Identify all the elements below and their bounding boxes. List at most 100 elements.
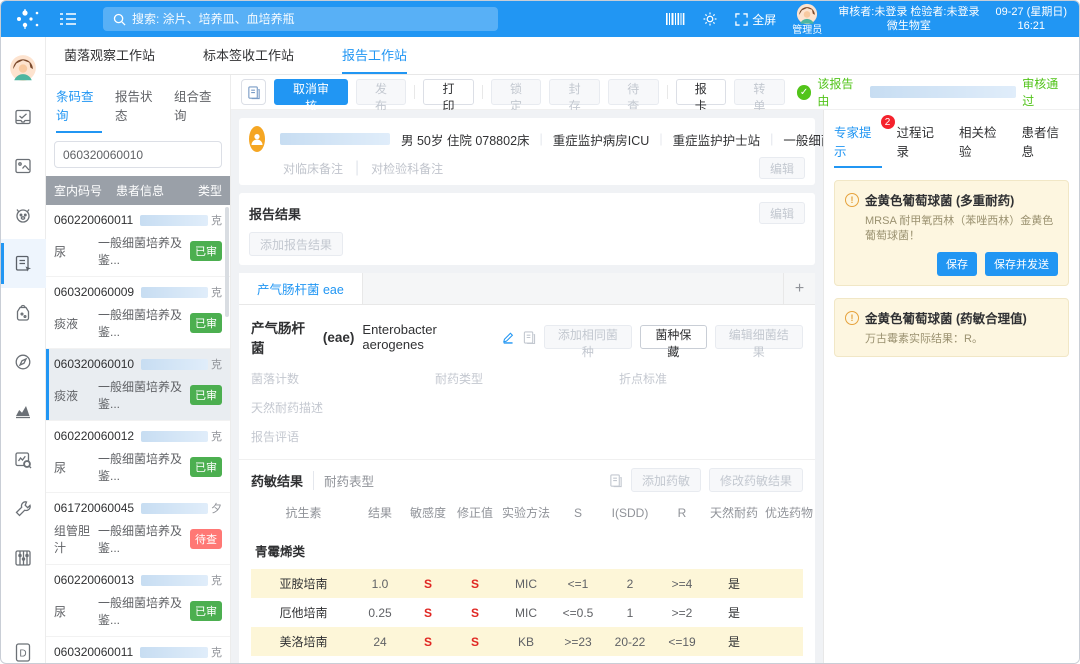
nav-audit[interactable] <box>1 92 46 141</box>
nav-microbe[interactable] <box>1 190 46 239</box>
status-badge: 已审 <box>190 385 222 405</box>
global-search-input[interactable] <box>132 12 488 26</box>
specimen-row[interactable]: 061720060045 夕 组管胆汁 一般细菌培养及鉴... 待查 <box>46 493 230 565</box>
barcode-icon[interactable] <box>665 11 685 27</box>
nav-specimen[interactable] <box>1 141 46 190</box>
expert-tab[interactable]: 过程记录 <box>897 122 945 168</box>
test-name: 一般细菌培养及鉴... <box>98 450 190 484</box>
query-tab[interactable]: 报告状态 <box>115 86 161 133</box>
expert-tab[interactable]: 专家提示2 <box>834 122 882 168</box>
edit-pencil-icon[interactable] <box>502 331 514 344</box>
global-search[interactable] <box>103 7 498 31</box>
nav-calculator[interactable] <box>1 533 46 582</box>
svg-text:D: D <box>19 648 26 659</box>
organism-code: (eae) <box>323 330 355 345</box>
resistance-phenotype-tab[interactable]: 耐药表型 <box>313 471 374 490</box>
clipboard-icon[interactable] <box>609 473 623 488</box>
report-result-edit-button[interactable]: 编辑 <box>759 202 805 224</box>
nav-chart[interactable] <box>1 386 46 435</box>
lab-note-link[interactable]: 对检验科备注 <box>371 160 443 177</box>
patient-edit-button[interactable]: 编辑 <box>759 157 805 179</box>
toolbar-button[interactable]: 打印 <box>423 79 474 105</box>
specimen-barcode: 060320060009 <box>54 285 134 299</box>
hint-action-button[interactable]: 保存并发送 <box>985 252 1058 276</box>
nav-tools[interactable] <box>1 484 46 533</box>
sensitivity-action-button[interactable]: 修改药敏结果 <box>709 468 803 492</box>
specimen-barcode: 061720060045 <box>54 501 134 515</box>
expert-hint-card: ! 金黄色葡萄球菌 (多重耐药) MRSA 耐甲氧西林（苯唑西林）金黄色葡萄球菌… <box>834 180 1069 286</box>
query-tab[interactable]: 条码查询 <box>56 86 102 133</box>
toolbar-button[interactable]: 取消审核 <box>274 79 347 105</box>
app-logo-icon <box>13 8 43 30</box>
expert-hint-card: ! 金黄色葡萄球菌 (药敏合理值) 万古霉素实际结果：R。 <box>834 298 1069 357</box>
workstation-tab[interactable]: 报告工作站 <box>342 37 407 74</box>
toolbar-button[interactable]: 发布 <box>356 79 407 105</box>
specimen-row[interactable]: 060220060011 克 尿 一般细菌培养及鉴... 已审 <box>46 205 230 277</box>
toolbar-button[interactable]: 待查 <box>608 79 659 105</box>
workstation-tab[interactable]: 标本签收工作站 <box>203 37 294 74</box>
top-bar: 全屏 管理员 审核者:未登录 检验者:未登录 微生物室 09-27 (星期日) … <box>1 1 1079 37</box>
result-value: 0.25 <box>356 606 404 620</box>
audit-check-icon <box>13 107 33 127</box>
sensitivity-section: 药敏结果 耐药表型 添加药敏修改药敏结果 抗生素结果敏感度修正值实验方法SI(S… <box>239 460 815 663</box>
fullscreen-icon <box>735 13 748 26</box>
workstation-tab[interactable]: 菌落观察工作站 <box>64 37 155 74</box>
settings-gear-icon[interactable] <box>701 10 719 28</box>
specimen-row[interactable]: 060320060010 克 痰液 一般细菌培养及鉴... 已审 <box>46 349 230 421</box>
datetime: 09-27 (星期日) 16:21 <box>995 5 1067 33</box>
antibiotic-row[interactable]: 厄他培南 0.25 S S MIC <=0.5 1 >=2 是 <box>251 598 803 627</box>
menu-icon[interactable] <box>59 11 77 27</box>
search-icon <box>113 13 126 26</box>
sensitivity-column: 天然耐药 <box>706 504 762 521</box>
toolbar-button[interactable]: 锁定 <box>491 79 542 105</box>
user-role-label: 管理员 <box>792 25 822 36</box>
hint-action-button[interactable]: 保存 <box>937 252 977 276</box>
antibiotic-row[interactable]: 亚胺培南 1.0 S S MIC <=1 2 >=4 是 <box>251 569 803 598</box>
nav-analysis[interactable] <box>1 435 46 484</box>
sensitivity-action-button[interactable]: 添加药敏 <box>631 468 701 492</box>
expert-tabs: 专家提示2 过程记录相关检验患者信息 <box>834 122 1069 168</box>
user-menu[interactable]: 管理员 <box>792 3 822 36</box>
antibiotic-row[interactable]: 美洛培南 24 S S KB >=23 20-22 <=19 是 <box>251 627 803 656</box>
nav-user-avatar[interactable] <box>1 43 46 92</box>
organism-tab[interactable]: 产气肠杆菌 eae <box>239 273 363 304</box>
organism-action-button[interactable]: 编辑细菌结果 <box>715 325 804 349</box>
toolbar-button[interactable]: 封存 <box>549 79 600 105</box>
toolbar-button[interactable]: 转单 <box>734 79 785 105</box>
area-chart-icon <box>13 401 33 421</box>
organism-action-button[interactable]: 菌种保藏 <box>640 325 706 349</box>
row-suffix: 克 <box>211 212 222 228</box>
barcode-search[interactable] <box>54 141 222 168</box>
specimen-row[interactable]: 060220060013 克 尿 一般细菌培养及鉴... 已审 <box>46 565 230 637</box>
specimen-row[interactable]: 060320060011 克 痰液 一般细菌培养及鉴... 已审 <box>46 637 230 663</box>
fullscreen-button[interactable]: 全屏 <box>735 11 776 28</box>
specimen-row[interactable]: 060220060012 克 尿 一般细菌培养及鉴... 已审 <box>46 421 230 493</box>
nav-compass[interactable] <box>1 337 46 386</box>
field-report-comment: 报告评语 <box>251 428 803 445</box>
info-icon: ! <box>845 311 859 325</box>
breakpoint-s: >=23 <box>554 635 602 649</box>
specimen-barcode: 060220060012 <box>54 429 134 443</box>
organism-detail: 产气肠杆菌 (eae) Enterobacter aerogenes 添加相同菌… <box>239 305 815 460</box>
test-name: 一般细菌培养及鉴... <box>98 234 190 268</box>
expert-tab[interactable]: 患者信息 <box>1022 122 1070 168</box>
redacted-patient-name <box>140 215 208 226</box>
specimen-row[interactable]: 060320060009 克 痰液 一般细菌培养及鉴... 已审 <box>46 277 230 349</box>
query-tab[interactable]: 组合查询 <box>174 86 220 133</box>
toolbar-button[interactable]: 报卡 <box>676 79 727 105</box>
clinical-note-link[interactable]: 对临床备注 <box>283 160 343 177</box>
nav-sample-bag[interactable] <box>1 288 46 337</box>
clipboard-icon[interactable] <box>523 330 536 345</box>
barcode-search-input[interactable] <box>63 148 218 162</box>
nav-document[interactable]: D <box>1 628 46 664</box>
expert-tab[interactable]: 相关检验 <box>959 122 1007 168</box>
nav-report-workstation[interactable] <box>1 239 46 288</box>
organism-action-button[interactable]: 添加相同菌种 <box>544 325 633 349</box>
specimen-barcode: 060320060010 <box>54 357 134 371</box>
copy-report-button[interactable] <box>241 79 266 105</box>
add-report-result-button[interactable]: 添加报告结果 <box>249 232 343 256</box>
add-organism-tab-button[interactable]: + <box>783 273 815 304</box>
expert-panel: 专家提示2 过程记录相关检验患者信息 ! 金黄色葡萄球菌 (多重耐药) MRSA … <box>823 110 1079 663</box>
breakpoint-r: <=19 <box>658 635 706 649</box>
status-badge: 已审 <box>190 457 222 477</box>
